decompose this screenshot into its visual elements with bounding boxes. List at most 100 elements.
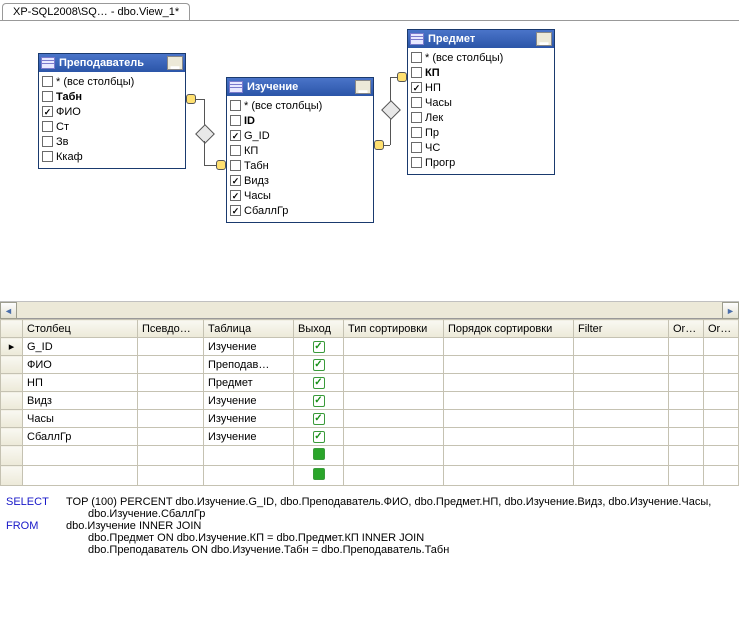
column-checkbox[interactable] bbox=[42, 121, 53, 132]
grid-row[interactable]: ▸G_IDИзучение bbox=[1, 338, 739, 356]
column-row[interactable]: СбаллГр bbox=[229, 203, 371, 218]
cell-output[interactable] bbox=[294, 356, 344, 374]
output-checkbox[interactable] bbox=[313, 468, 325, 480]
column-checkbox[interactable] bbox=[411, 52, 422, 63]
header-filter[interactable]: Filter bbox=[574, 320, 669, 338]
column-row[interactable]: ФИО bbox=[41, 104, 183, 119]
row-header[interactable] bbox=[1, 356, 23, 374]
cell-table[interactable]: Предмет bbox=[204, 374, 294, 392]
output-checkbox[interactable] bbox=[313, 341, 325, 353]
cell-blank[interactable] bbox=[574, 446, 669, 466]
cell-blank[interactable] bbox=[344, 466, 444, 486]
row-header[interactable] bbox=[1, 392, 23, 410]
cell-blank[interactable] bbox=[444, 446, 574, 466]
header-alias[interactable]: Псевдо… bbox=[138, 320, 204, 338]
document-tab[interactable]: XP-SQL2008\SQ… - dbo.View_1* bbox=[2, 3, 190, 20]
output-checkbox[interactable] bbox=[313, 359, 325, 371]
table-title-bar[interactable]: Преподаватель ▬ bbox=[39, 54, 185, 72]
cell-output[interactable] bbox=[294, 392, 344, 410]
cell-blank[interactable] bbox=[704, 356, 739, 374]
cell-blank[interactable] bbox=[344, 338, 444, 356]
grid-row[interactable]: НППредмет bbox=[1, 374, 739, 392]
minimize-button[interactable]: ▬ bbox=[167, 56, 183, 70]
cell-blank[interactable] bbox=[669, 338, 704, 356]
output-checkbox[interactable] bbox=[313, 377, 325, 389]
column-checkbox[interactable] bbox=[230, 160, 241, 171]
cell-column[interactable] bbox=[23, 466, 138, 486]
column-checkbox[interactable] bbox=[230, 205, 241, 216]
column-checkbox[interactable] bbox=[411, 142, 422, 153]
column-checkbox[interactable] bbox=[411, 82, 422, 93]
cell-blank[interactable] bbox=[344, 392, 444, 410]
table-title-bar[interactable]: Изучение ▬ bbox=[227, 78, 373, 96]
cell-column[interactable]: Часы bbox=[23, 410, 138, 428]
column-row[interactable]: Лек bbox=[410, 110, 552, 125]
row-header[interactable] bbox=[1, 446, 23, 466]
cell-blank[interactable] bbox=[669, 410, 704, 428]
cell-output[interactable] bbox=[294, 374, 344, 392]
cell-output[interactable] bbox=[294, 410, 344, 428]
column-checkbox[interactable] bbox=[42, 76, 53, 87]
table-box-prepodavatel[interactable]: Преподаватель ▬ * (все столбцы)ТабнФИОСт… bbox=[38, 53, 186, 169]
column-row[interactable]: Ккаф bbox=[41, 149, 183, 164]
cell-column[interactable] bbox=[23, 446, 138, 466]
cell-blank[interactable] bbox=[444, 466, 574, 486]
row-header[interactable] bbox=[1, 410, 23, 428]
cell-blank[interactable] bbox=[704, 392, 739, 410]
minimize-button[interactable]: ▬ bbox=[355, 80, 371, 94]
diagram-scrollbar[interactable]: ◄ ► bbox=[0, 301, 739, 318]
column-row[interactable]: Ст bbox=[41, 119, 183, 134]
column-row[interactable]: Часы bbox=[229, 188, 371, 203]
cell-blank[interactable] bbox=[574, 466, 669, 486]
cell-blank[interactable] bbox=[574, 410, 669, 428]
row-header[interactable]: ▸ bbox=[1, 338, 23, 356]
column-checkbox[interactable] bbox=[230, 175, 241, 186]
column-checkbox[interactable] bbox=[411, 67, 422, 78]
cell-blank[interactable] bbox=[669, 392, 704, 410]
table-box-predmet[interactable]: Предмет ▬ * (все столбцы)КПНПЧасыЛекПрЧС… bbox=[407, 29, 555, 175]
column-row[interactable]: Прогр bbox=[410, 155, 552, 170]
cell-output[interactable] bbox=[294, 466, 344, 486]
column-row[interactable]: * (все столбцы) bbox=[41, 74, 183, 89]
cell-table[interactable] bbox=[204, 446, 294, 466]
column-row[interactable]: Пр bbox=[410, 125, 552, 140]
cell-table[interactable] bbox=[204, 466, 294, 486]
column-checkbox[interactable] bbox=[411, 157, 422, 168]
cell-blank[interactable] bbox=[704, 466, 739, 486]
column-row[interactable]: * (все столбцы) bbox=[229, 98, 371, 113]
column-row[interactable]: Зв bbox=[41, 134, 183, 149]
cell-column[interactable]: G_ID bbox=[23, 338, 138, 356]
column-checkbox[interactable] bbox=[230, 145, 241, 156]
cell-alias[interactable] bbox=[138, 446, 204, 466]
grid-row[interactable] bbox=[1, 446, 739, 466]
cell-alias[interactable] bbox=[138, 410, 204, 428]
output-checkbox[interactable] bbox=[313, 431, 325, 443]
row-header[interactable] bbox=[1, 466, 23, 486]
cell-blank[interactable] bbox=[344, 446, 444, 466]
cell-blank[interactable] bbox=[669, 356, 704, 374]
column-checkbox[interactable] bbox=[42, 106, 53, 117]
cell-blank[interactable] bbox=[704, 446, 739, 466]
cell-alias[interactable] bbox=[138, 338, 204, 356]
grid-row[interactable]: ФИОПреподав… bbox=[1, 356, 739, 374]
grid-row[interactable]: ВидзИзучение bbox=[1, 392, 739, 410]
table-title-bar[interactable]: Предмет ▬ bbox=[408, 30, 554, 48]
output-checkbox[interactable] bbox=[313, 395, 325, 407]
row-header[interactable] bbox=[1, 428, 23, 446]
cell-output[interactable] bbox=[294, 428, 344, 446]
column-checkbox[interactable] bbox=[230, 115, 241, 126]
column-row[interactable]: ID bbox=[229, 113, 371, 128]
column-checkbox[interactable] bbox=[411, 112, 422, 123]
header-table[interactable]: Таблица bbox=[204, 320, 294, 338]
cell-blank[interactable] bbox=[444, 392, 574, 410]
criteria-grid[interactable]: Столбец Псевдо… Таблица Выход Тип сортир… bbox=[0, 319, 739, 486]
scroll-left-button[interactable]: ◄ bbox=[0, 302, 17, 319]
cell-blank[interactable] bbox=[344, 374, 444, 392]
table-box-izuchenie[interactable]: Изучение ▬ * (все столбцы)IDG_IDКПТабнВи… bbox=[226, 77, 374, 223]
column-row[interactable]: Часы bbox=[410, 95, 552, 110]
cell-blank[interactable] bbox=[574, 356, 669, 374]
column-row[interactable]: Видз bbox=[229, 173, 371, 188]
column-checkbox[interactable] bbox=[230, 190, 241, 201]
cell-blank[interactable] bbox=[444, 428, 574, 446]
cell-blank[interactable] bbox=[669, 374, 704, 392]
